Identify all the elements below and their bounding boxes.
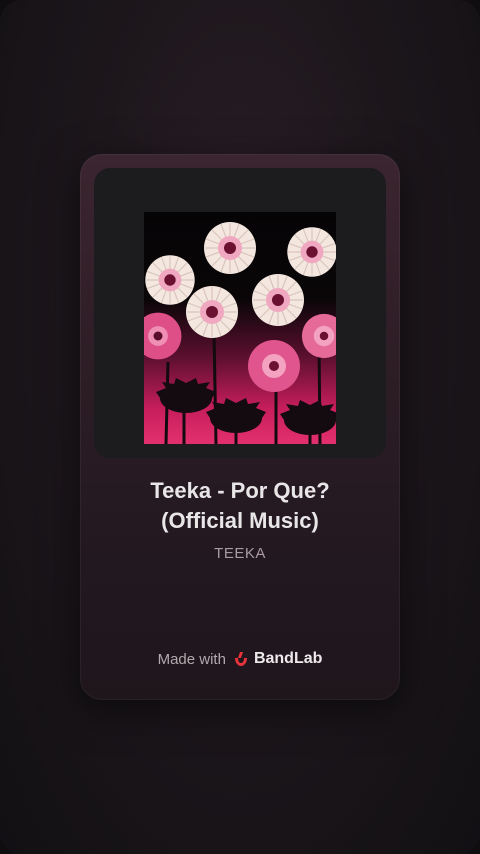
made-with-footer[interactable]: Made with BandLab — [80, 650, 400, 668]
album-artwork[interactable] — [144, 212, 336, 444]
screen: Teeka - Por Que? (Official Music) TEEKA … — [0, 0, 480, 854]
bandlab-logo-icon — [234, 652, 247, 666]
track-title-line2: (Official Music) — [161, 508, 319, 533]
artwork-frame — [94, 168, 386, 458]
track-card[interactable]: Teeka - Por Que? (Official Music) TEEKA … — [80, 154, 400, 700]
track-title: Teeka - Por Que? (Official Music) — [80, 476, 400, 536]
made-with-label: Made with — [157, 650, 226, 668]
bandlab-brand[interactable]: BandLab — [232, 650, 322, 668]
artist-name[interactable]: TEEKA — [80, 545, 400, 562]
track-title-line1: Teeka - Por Que? — [150, 478, 330, 503]
bandlab-label: BandLab — [253, 650, 323, 667]
